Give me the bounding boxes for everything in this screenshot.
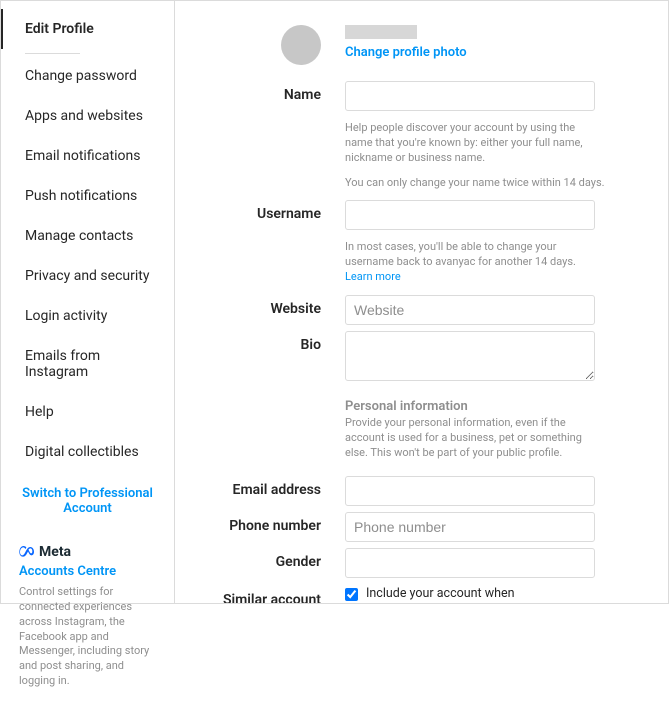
similar-checkbox[interactable] <box>345 588 358 601</box>
learn-more-link[interactable]: Learn more <box>345 270 401 283</box>
switch-to-professional[interactable]: Switch to Professional Account <box>1 472 174 530</box>
sidebar-item-label: Emails from Instagram <box>25 348 100 380</box>
bio-label: Bio <box>301 337 321 353</box>
personal-info-helper: Provide your personal information, even … <box>345 416 605 461</box>
sidebar-item-change-password[interactable]: Change password <box>1 56 174 96</box>
personal-info-heading: Personal information <box>345 399 638 414</box>
username-helper: In most cases, you'll be able to change … <box>345 240 605 285</box>
sidebar-item-label: Manage contacts <box>25 228 133 244</box>
phone-label: Phone number <box>229 518 321 534</box>
username-input[interactable] <box>345 200 595 230</box>
sidebar-item-login-activity[interactable]: Login activity <box>1 296 174 336</box>
sidebar: Edit Profile Change password Apps and we… <box>1 1 175 603</box>
website-input[interactable] <box>345 295 595 325</box>
sidebar-item-label: Change password <box>25 68 137 84</box>
sidebar-item-label: Help <box>25 404 54 420</box>
name-helper-1: Help people discover your account by usi… <box>345 121 605 166</box>
meta-icon <box>19 544 35 560</box>
sidebar-item-label: Digital collectibles <box>25 444 139 460</box>
sidebar-item-label: Login activity <box>25 308 107 324</box>
meta-description: Control settings for connected experienc… <box>19 585 160 689</box>
gender-label: Gender <box>276 554 321 570</box>
sidebar-item-apps-websites[interactable]: Apps and websites <box>1 96 174 136</box>
avatar-row: Change profile photo <box>205 19 638 65</box>
gender-input[interactable] <box>345 548 595 578</box>
phone-input[interactable] <box>345 512 595 542</box>
website-label: Website <box>270 301 321 317</box>
name-helper-2: You can only change your name twice with… <box>345 176 605 191</box>
accounts-centre-link[interactable]: Accounts Centre <box>19 564 160 579</box>
sidebar-item-privacy-security[interactable]: Privacy and security <box>1 256 174 296</box>
sidebar-item-label: Apps and websites <box>25 108 143 124</box>
email-label: Email address <box>233 482 321 498</box>
sidebar-item-emails-from-instagram[interactable]: Emails from Instagram <box>1 336 174 392</box>
sidebar-item-push-notifications[interactable]: Push notifications <box>1 176 174 216</box>
sidebar-item-edit-profile[interactable]: Edit Profile <box>1 9 174 49</box>
bio-input[interactable] <box>345 331 595 381</box>
meta-box: Meta Accounts Centre Control settings fo… <box>1 530 174 703</box>
sidebar-item-digital-collectibles[interactable]: Digital collectibles <box>1 432 174 472</box>
name-label: Name <box>284 87 321 103</box>
similar-label: Similar account suggestions <box>223 592 321 603</box>
meta-logo: Meta <box>19 544 160 560</box>
sidebar-nav: Edit Profile Change password Apps and we… <box>1 1 174 472</box>
sidebar-item-label: Email notifications <box>25 148 140 164</box>
sidebar-item-label: Edit Profile <box>25 21 94 37</box>
sidebar-item-email-notifications[interactable]: Email notifications <box>1 136 174 176</box>
sidebar-item-label: Push notifications <box>25 188 137 204</box>
settings-page: Edit Profile Change password Apps and we… <box>0 0 669 604</box>
meta-brand-text: Meta <box>39 544 71 560</box>
nav-divider <box>25 53 80 54</box>
sidebar-item-manage-contacts[interactable]: Manage contacts <box>1 216 174 256</box>
sidebar-item-label: Privacy and security <box>25 268 149 284</box>
username-display <box>345 25 417 39</box>
email-input[interactable] <box>345 476 595 506</box>
change-photo-link[interactable]: Change profile photo <box>345 45 638 60</box>
name-input[interactable] <box>345 81 595 111</box>
avatar[interactable] <box>281 25 321 65</box>
sidebar-item-help[interactable]: Help <box>1 392 174 432</box>
main-content: Change profile photo Name Help people di… <box>175 1 668 603</box>
username-label: Username <box>257 206 321 222</box>
similar-checkbox-label: Include your account when recommending s… <box>366 586 576 603</box>
